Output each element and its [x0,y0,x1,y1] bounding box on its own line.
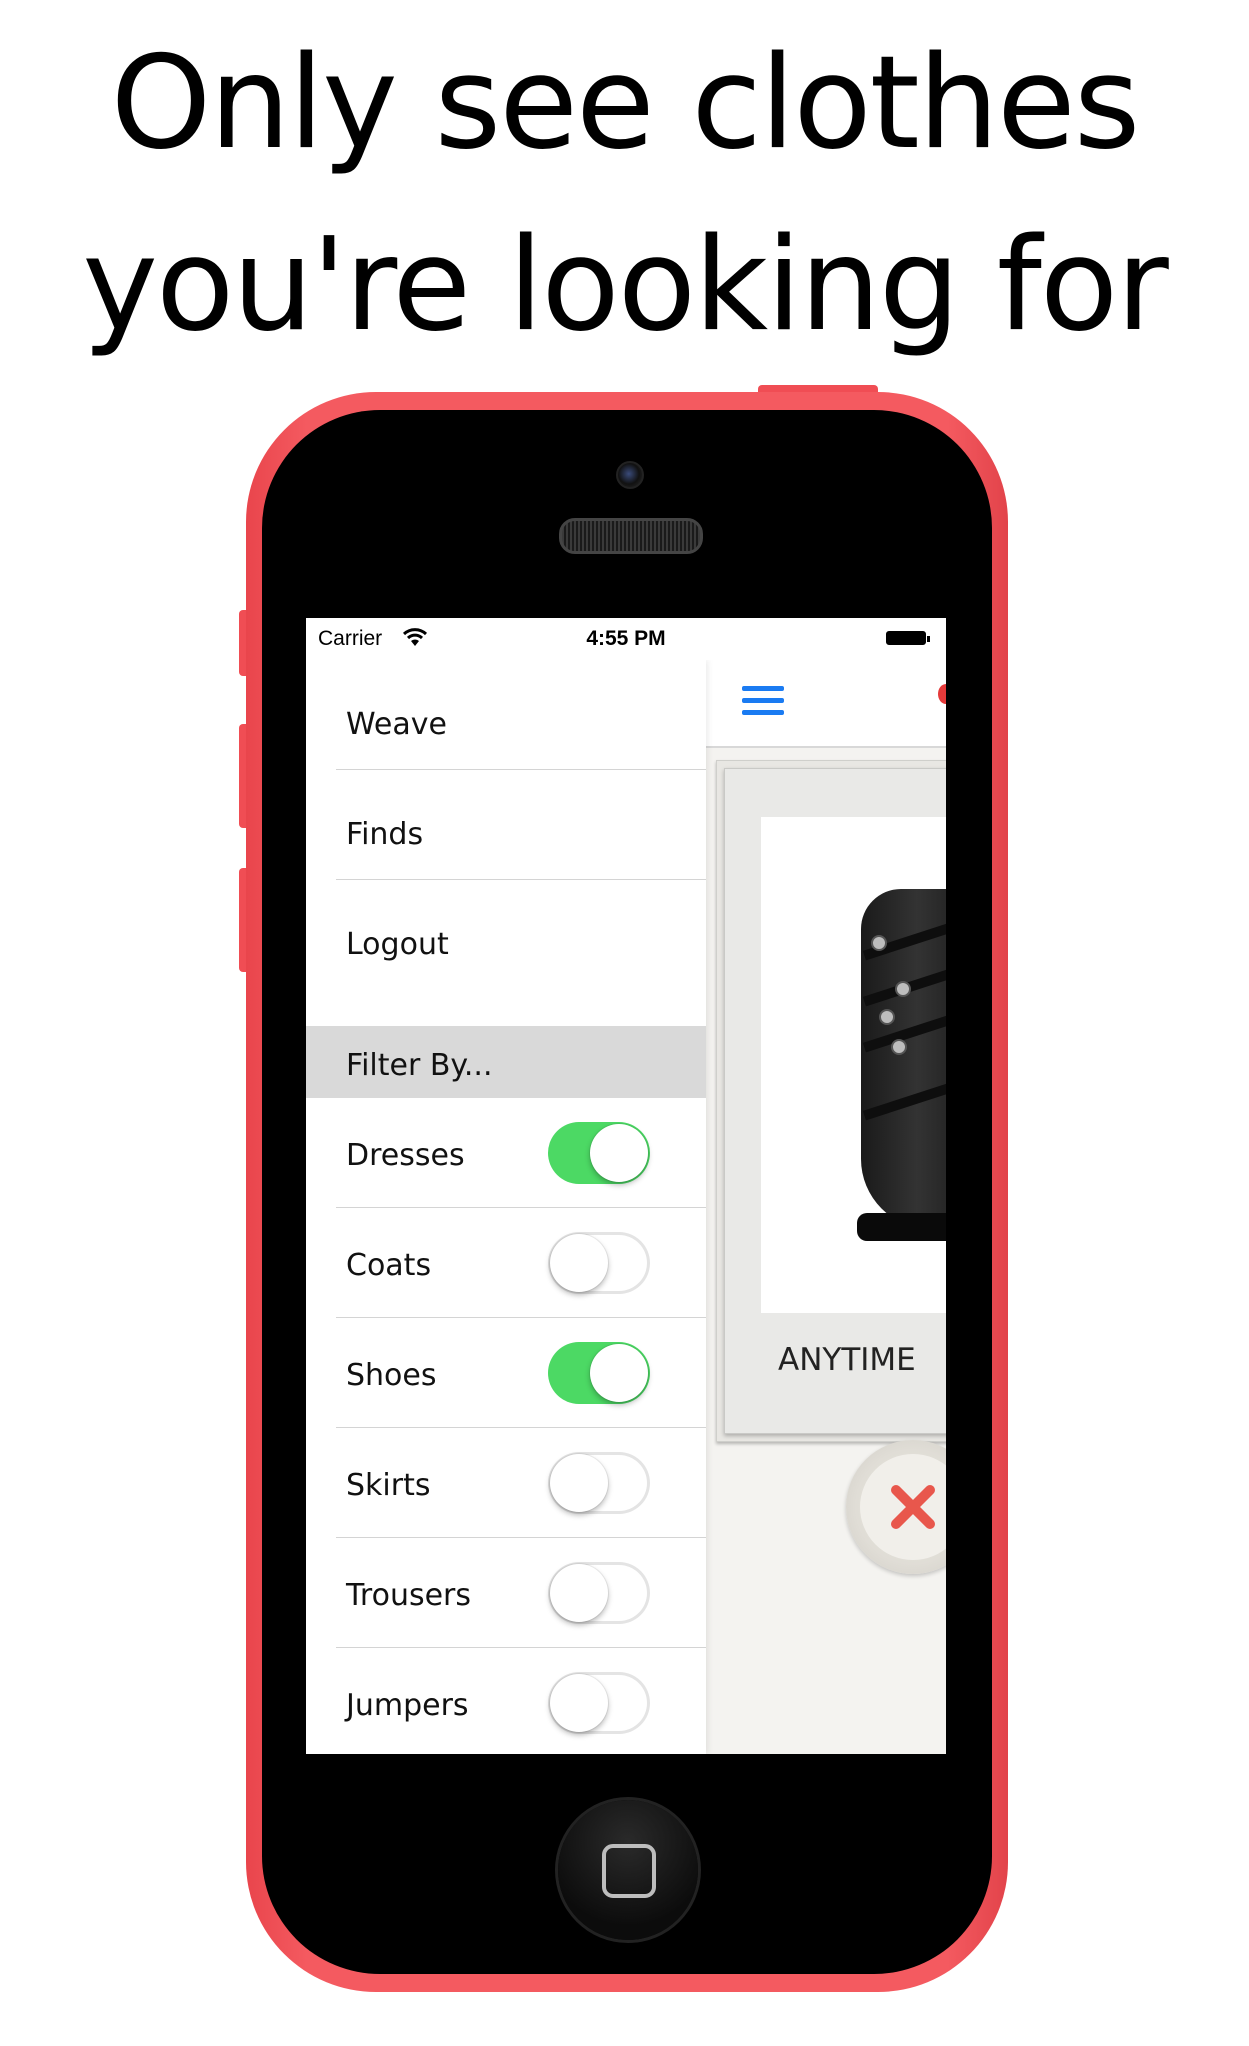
filter-header-label: Filter By... [346,1048,493,1083]
filter-row-shoes: Shoes [306,1318,706,1428]
coats-toggle[interactable] [548,1232,650,1294]
boot-sole [857,1213,946,1241]
phone-screen: Carrier 4:55 PM ANYTIME Weave Finds Logo… [306,618,946,1754]
menu-item-logout[interactable]: Logout [306,880,706,990]
filter-row-jumpers: Jumpers [306,1648,706,1754]
home-square-icon [602,1844,656,1898]
menu-item-finds[interactable]: Finds [306,770,706,880]
filter-row-skirts: Skirts [306,1428,706,1538]
home-button[interactable] [558,1800,698,1940]
front-camera [616,461,644,489]
battery-icon [886,631,930,645]
hamburger-icon[interactable] [742,686,784,716]
filter-row-coats: Coats [306,1208,706,1318]
status-bar: Carrier 4:55 PM [306,618,946,660]
reject-button[interactable] [846,1440,946,1574]
jumpers-toggle[interactable] [548,1672,650,1734]
status-time: 4:55 PM [586,627,666,650]
headline-line-1: Only see clothes [110,29,1141,178]
menu-item-label: Finds [346,817,424,852]
main-content: ANYTIME [706,618,946,1754]
notification-dot [938,684,946,704]
menu-item-label: Weave [346,707,447,742]
filter-label: Skirts [346,1468,431,1503]
product-card[interactable] [724,768,946,1434]
earpiece-speaker [559,518,703,554]
side-menu: Weave Finds Logout Filter By... Dresses … [306,660,706,1754]
menu-item-label: Logout [346,927,449,962]
card-caption: ANYTIME [778,1342,916,1378]
dresses-toggle[interactable] [548,1122,650,1184]
filter-label: Dresses [346,1138,465,1173]
filter-label: Shoes [346,1358,437,1393]
headline-line-2: you're looking for [82,211,1169,360]
filter-label: Trousers [346,1578,472,1613]
product-photo [761,817,946,1313]
shoes-toggle[interactable] [548,1342,650,1404]
filter-row-dresses: Dresses [306,1098,706,1208]
filter-label: Jumpers [346,1688,469,1723]
filter-row-trousers: Trousers [306,1538,706,1648]
close-icon [891,1485,935,1529]
filter-section-header: Filter By... [306,1026,706,1098]
boot-image [861,889,946,1229]
skirts-toggle[interactable] [548,1452,650,1514]
menu-item-weave[interactable]: Weave [306,660,706,770]
filter-label: Coats [346,1248,432,1283]
trousers-toggle[interactable] [548,1562,650,1624]
